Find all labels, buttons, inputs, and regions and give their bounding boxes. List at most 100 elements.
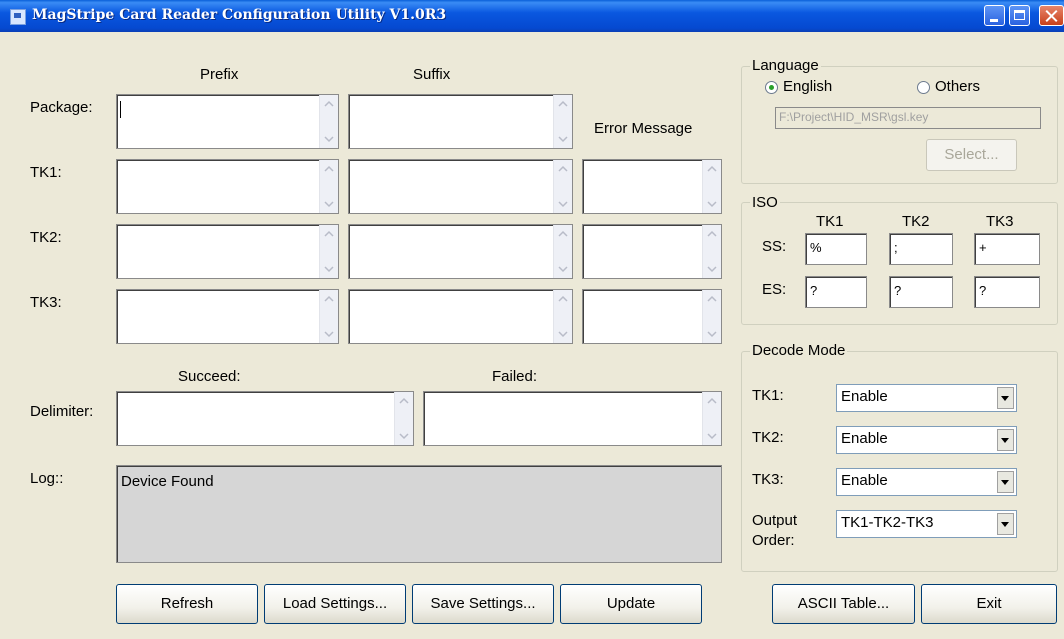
delimiter-failed-input[interactable] [423, 391, 722, 446]
decode-tk1-select[interactable]: Enable [836, 384, 1017, 412]
package-label: Package: [30, 99, 93, 116]
decode-tk1-value: Enable [841, 388, 888, 405]
tk3-suffix-input[interactable] [348, 289, 573, 344]
iso-tk1-header: TK1 [816, 213, 844, 230]
scroll-up-icon[interactable] [323, 98, 335, 110]
scroll-down-icon[interactable] [323, 198, 335, 210]
ascii-table-button[interactable]: ASCII Table... [772, 584, 915, 624]
tk1-prefix-input[interactable] [116, 159, 339, 214]
es-tk2-input[interactable]: ? [889, 276, 953, 308]
ss-tk2-value: ; [894, 240, 898, 255]
update-button[interactable]: Update [560, 584, 702, 624]
package-prefix-input[interactable] [116, 94, 339, 149]
ss-tk3-value: + [979, 240, 987, 255]
scroll-down-icon[interactable] [323, 133, 335, 145]
scroll-down-icon[interactable] [706, 263, 718, 275]
others-label: Others [935, 78, 981, 95]
log-label: Log:: [30, 470, 64, 487]
decode-tk3-select[interactable]: Enable [836, 468, 1017, 496]
english-label: English [783, 78, 833, 95]
decode-tk2-label: TK2: [752, 429, 784, 446]
scroll-up-icon[interactable] [706, 395, 718, 407]
scroll-up-icon[interactable] [557, 228, 569, 240]
ss-tk1-input[interactable]: % [805, 233, 867, 265]
ss-tk1-value: % [810, 240, 822, 255]
tk3-label: TK3: [30, 294, 62, 311]
scroll-up-icon[interactable] [557, 98, 569, 110]
text-cursor [120, 101, 121, 118]
output-order-select[interactable]: TK1-TK2-TK3 [836, 510, 1017, 538]
tk1-suffix-input[interactable] [348, 159, 573, 214]
chevron-down-icon[interactable] [997, 471, 1014, 493]
scroll-down-icon[interactable] [323, 328, 335, 340]
es-tk1-value: ? [810, 283, 818, 298]
scroll-down-icon[interactable] [557, 133, 569, 145]
scroll-up-icon[interactable] [323, 293, 335, 305]
main-window: MagStripe Card Reader Configuration Util… [0, 0, 1064, 639]
es-tk1-input[interactable]: ? [805, 276, 867, 308]
select-button[interactable]: Select... [926, 139, 1017, 171]
es-tk3-value: ? [979, 283, 987, 298]
others-radio[interactable] [917, 81, 930, 94]
ss-tk3-input[interactable]: + [974, 233, 1040, 265]
delimiter-succeed-input[interactable] [116, 391, 414, 446]
chevron-down-icon[interactable] [997, 429, 1014, 451]
save-settings-button[interactable]: Save Settings... [412, 584, 554, 624]
decode-mode-title: Decode Mode [750, 342, 848, 359]
scroll-down-icon[interactable] [557, 328, 569, 340]
maximize-button[interactable] [1009, 5, 1030, 26]
package-suffix-input[interactable] [348, 94, 573, 149]
succeed-header: Succeed: [178, 368, 241, 385]
language-group-title: Language [750, 57, 821, 74]
scroll-down-icon[interactable] [706, 328, 718, 340]
scroll-down-icon[interactable] [706, 198, 718, 210]
scroll-up-icon[interactable] [557, 163, 569, 175]
scroll-down-icon[interactable] [323, 263, 335, 275]
exit-button[interactable]: Exit [921, 584, 1057, 624]
decode-tk2-select[interactable]: Enable [836, 426, 1017, 454]
ss-tk2-input[interactable]: ; [889, 233, 953, 265]
scroll-up-icon[interactable] [557, 293, 569, 305]
title-bar[interactable]: MagStripe Card Reader Configuration Util… [0, 0, 1064, 32]
suffix-header: Suffix [413, 66, 451, 83]
scroll-down-icon[interactable] [706, 430, 718, 442]
output-order-value: TK1-TK2-TK3 [841, 514, 934, 531]
tk1-error-input[interactable] [582, 159, 722, 214]
log-area[interactable]: Device Found [116, 465, 722, 563]
tk2-prefix-input[interactable] [116, 224, 339, 279]
scroll-up-icon[interactable] [323, 228, 335, 240]
tk3-error-input[interactable] [582, 289, 722, 344]
key-path-field: F:\Project\HID_MSR\gsl.key [775, 107, 1041, 129]
scroll-up-icon[interactable] [398, 395, 410, 407]
chevron-down-icon[interactable] [997, 387, 1014, 409]
window-title: MagStripe Card Reader Configuration Util… [32, 7, 447, 23]
iso-tk2-header: TK2 [902, 213, 930, 230]
decode-tk3-label: TK3: [752, 471, 784, 488]
load-settings-button[interactable]: Load Settings... [264, 584, 406, 624]
english-radio[interactable] [765, 81, 778, 94]
scroll-down-icon[interactable] [557, 263, 569, 275]
scroll-down-icon[interactable] [398, 430, 410, 442]
scroll-up-icon[interactable] [706, 163, 718, 175]
tk2-suffix-input[interactable] [348, 224, 573, 279]
app-icon [10, 9, 26, 25]
scroll-down-icon[interactable] [557, 198, 569, 210]
key-path-text: F:\Project\HID_MSR\gsl.key [779, 110, 929, 124]
chevron-down-icon[interactable] [997, 513, 1014, 535]
scroll-up-icon[interactable] [323, 163, 335, 175]
scroll-up-icon[interactable] [706, 293, 718, 305]
es-tk3-input[interactable]: ? [974, 276, 1040, 308]
iso-tk3-header: TK3 [986, 213, 1014, 230]
close-button[interactable] [1039, 5, 1064, 26]
refresh-button[interactable]: Refresh [116, 584, 258, 624]
tk2-error-input[interactable] [582, 224, 722, 279]
tk3-prefix-input[interactable] [116, 289, 339, 344]
scroll-up-icon[interactable] [706, 228, 718, 240]
es-tk2-value: ? [894, 283, 902, 298]
decode-tk2-value: Enable [841, 430, 888, 447]
tk2-label: TK2: [30, 229, 62, 246]
decode-tk3-value: Enable [841, 472, 888, 489]
minimize-button[interactable] [984, 5, 1005, 26]
tk1-label: TK1: [30, 164, 62, 181]
prefix-header: Prefix [200, 66, 239, 83]
